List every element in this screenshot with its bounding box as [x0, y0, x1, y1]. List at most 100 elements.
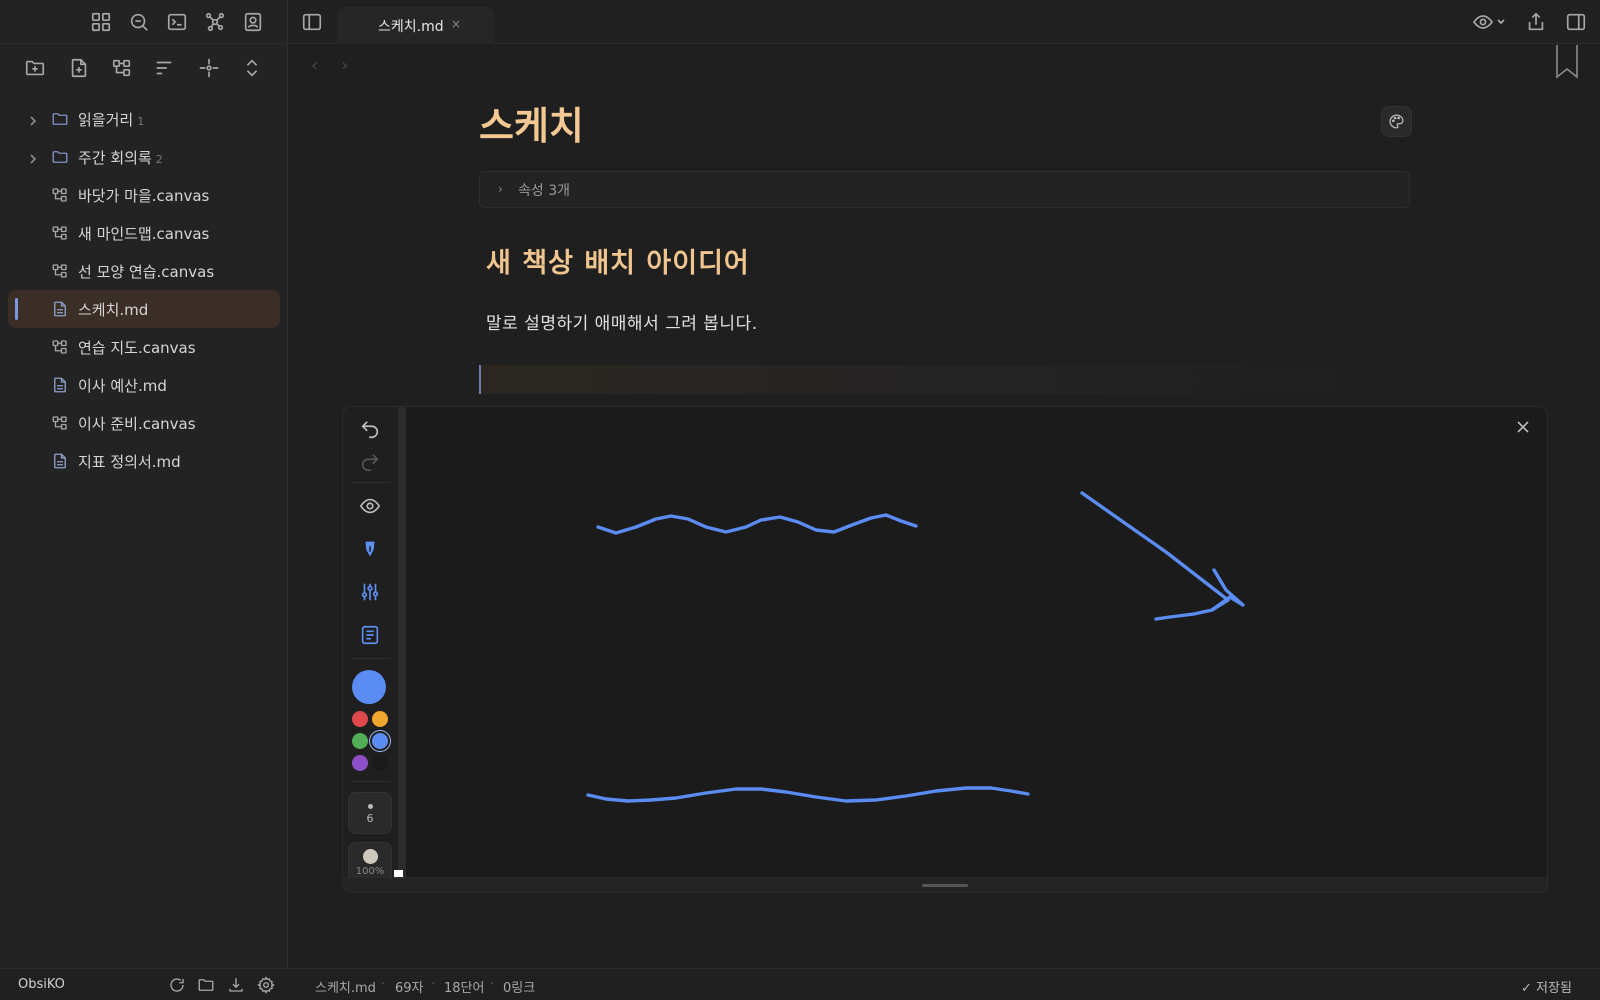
stroke-width-value: 6 — [366, 812, 374, 825]
tree-item-label: 주간 회의록 — [78, 149, 152, 167]
sliders-icon[interactable] — [359, 581, 381, 603]
tab-close-button[interactable]: × — [451, 17, 461, 31]
status-bar: ObsiKO 스케치.md · 69자 · 18단어 · 0링크 ✓ 저장됨 — [0, 968, 1600, 1000]
tree-folder-reading[interactable]: 읽을거리 1 — [8, 100, 280, 138]
color-swatch-black[interactable] — [372, 755, 388, 771]
paragraph[interactable]: 말로 설명하기 애매해서 그려 봅니다. — [486, 309, 758, 334]
sync-icon[interactable] — [168, 976, 186, 994]
eye-icon[interactable] — [359, 495, 381, 517]
tree-file[interactable]: 이사 예산.md — [8, 366, 280, 404]
profile-icon[interactable] — [242, 11, 264, 33]
sidebar-ribbon — [0, 0, 288, 44]
tree-file[interactable]: 연습 지도.canvas — [8, 328, 280, 366]
close-icon[interactable] — [1515, 419, 1531, 435]
download-icon[interactable] — [227, 976, 245, 994]
new-canvas-icon[interactable] — [111, 57, 133, 79]
new-folder-icon[interactable] — [24, 57, 46, 79]
current-color-swatch[interactable] — [352, 670, 386, 704]
tree-file[interactable]: 이사 준비.canvas — [8, 404, 280, 442]
dashboard-icon[interactable] — [90, 11, 112, 33]
graph-icon[interactable] — [204, 11, 226, 33]
canvas-file-icon — [51, 262, 69, 280]
tree-file[interactable]: 새 마인드맵.canvas — [8, 214, 280, 252]
status-saved: ✓ 저장됨 — [1521, 981, 1572, 996]
color-swatch-orange[interactable] — [372, 711, 388, 727]
opacity-value: 100% — [355, 866, 385, 877]
tree-item-label: 이사 준비.canvas — [78, 415, 196, 433]
forward-button[interactable]: › — [341, 55, 348, 76]
section-heading[interactable]: 새 책상 배치 아이디어 — [486, 241, 750, 280]
left-sidebar: 읽을거리 1 주간 회의록 2 바닷가 마을.canvas 새 마인드맵.canva… — [0, 0, 288, 968]
tree-item-label: 스케치.md — [78, 301, 149, 319]
chevron-right-icon[interactable] — [27, 151, 39, 164]
properties-label: 속성 3개 — [518, 183, 570, 199]
panel-resize-bar[interactable] — [343, 877, 1547, 892]
stroke-width-control[interactable]: 6 — [348, 792, 392, 834]
tree-item-label: 이사 예산.md — [78, 377, 167, 395]
tab-sketch[interactable]: 스케치.md × — [337, 7, 494, 44]
tree-file[interactable]: 바닷가 마을.canvas — [8, 176, 280, 214]
tree-item-label: 읽을거리 — [78, 111, 134, 129]
tree-item-label: 지표 정의서.md — [78, 453, 181, 471]
canvas-file-icon — [51, 186, 69, 204]
page-title[interactable]: 스케치 — [479, 95, 584, 150]
palette-button[interactable] — [1381, 106, 1412, 137]
tree-file-active[interactable]: 스케치.md — [8, 290, 280, 328]
status-separator: · — [490, 977, 495, 992]
canvas-file-icon — [51, 414, 69, 432]
opacity-dot — [363, 849, 378, 864]
status-link-count: 0링크 — [503, 981, 536, 996]
file-tree: 읽을거리 1 주간 회의록 2 바닷가 마을.canvas 새 마인드맵.canva… — [8, 100, 280, 480]
chevron-right-icon[interactable] — [27, 113, 39, 126]
markdown-file-icon — [51, 452, 69, 470]
color-swatch-green[interactable] — [352, 733, 368, 749]
eye-icon[interactable] — [1472, 11, 1506, 33]
tree-folder-weekly-minutes[interactable]: 주간 회의록 2 — [8, 138, 280, 176]
tree-item-count: 2 — [155, 153, 163, 166]
gear-icon[interactable] — [257, 976, 275, 994]
arrow-shaft — [1080, 491, 1230, 602]
search-icon[interactable] — [128, 11, 150, 33]
back-button[interactable]: ‹ — [311, 55, 318, 76]
properties-panel[interactable]: › 속성 3개 — [479, 171, 1410, 208]
folder-icon[interactable] — [197, 976, 215, 994]
document-icon[interactable] — [359, 624, 381, 646]
drawing-embed-line[interactable] — [479, 365, 1359, 394]
reveal-file-icon[interactable] — [198, 57, 220, 79]
tree-item-label: 연습 지도.canvas — [78, 339, 196, 357]
color-swatch-blue[interactable] — [372, 733, 388, 749]
pen-icon[interactable] — [359, 538, 381, 560]
collapse-all-icon[interactable] — [241, 57, 263, 79]
drawing-canvas[interactable] — [406, 407, 1547, 877]
sort-icon[interactable] — [153, 57, 175, 79]
wavy-stroke-bottom — [586, 786, 1030, 803]
undo-icon[interactable] — [359, 418, 381, 440]
color-swatch-purple[interactable] — [352, 755, 368, 771]
canvas-file-icon — [51, 338, 69, 356]
status-file-name: 스케치.md — [315, 981, 376, 996]
drawing-toolbar: 6 100% — [343, 407, 398, 884]
status-char-count: 69자 — [395, 981, 424, 996]
new-note-icon[interactable] — [68, 57, 90, 79]
folder-icon — [51, 110, 69, 128]
grip-handle[interactable] — [922, 884, 968, 887]
left-sidebar-toggle-icon[interactable] — [301, 11, 323, 33]
tree-item-label: 새 마인드맵.canvas — [78, 225, 210, 243]
bookmark-icon[interactable] — [1554, 45, 1580, 79]
toolbar-scrollbar[interactable] — [398, 407, 406, 877]
redo-icon[interactable] — [359, 451, 381, 473]
chevron-right-icon[interactable]: › — [498, 182, 503, 196]
canvas-file-icon — [51, 224, 69, 242]
wavy-stroke-top — [596, 513, 918, 535]
terminal-icon[interactable] — [166, 11, 188, 33]
tree-file[interactable]: 지표 정의서.md — [8, 442, 280, 480]
color-swatch-red[interactable] — [352, 711, 368, 727]
vault-name[interactable]: ObsiKO — [18, 977, 65, 992]
palette-icon — [1389, 114, 1404, 129]
markdown-file-icon — [51, 376, 69, 394]
share-icon[interactable] — [1525, 11, 1547, 33]
tree-file[interactable]: 선 모양 연습.canvas — [8, 252, 280, 290]
right-sidebar-icon[interactable] — [1565, 11, 1587, 33]
tree-item-count: 1 — [137, 115, 145, 128]
stroke-dot — [368, 804, 373, 809]
